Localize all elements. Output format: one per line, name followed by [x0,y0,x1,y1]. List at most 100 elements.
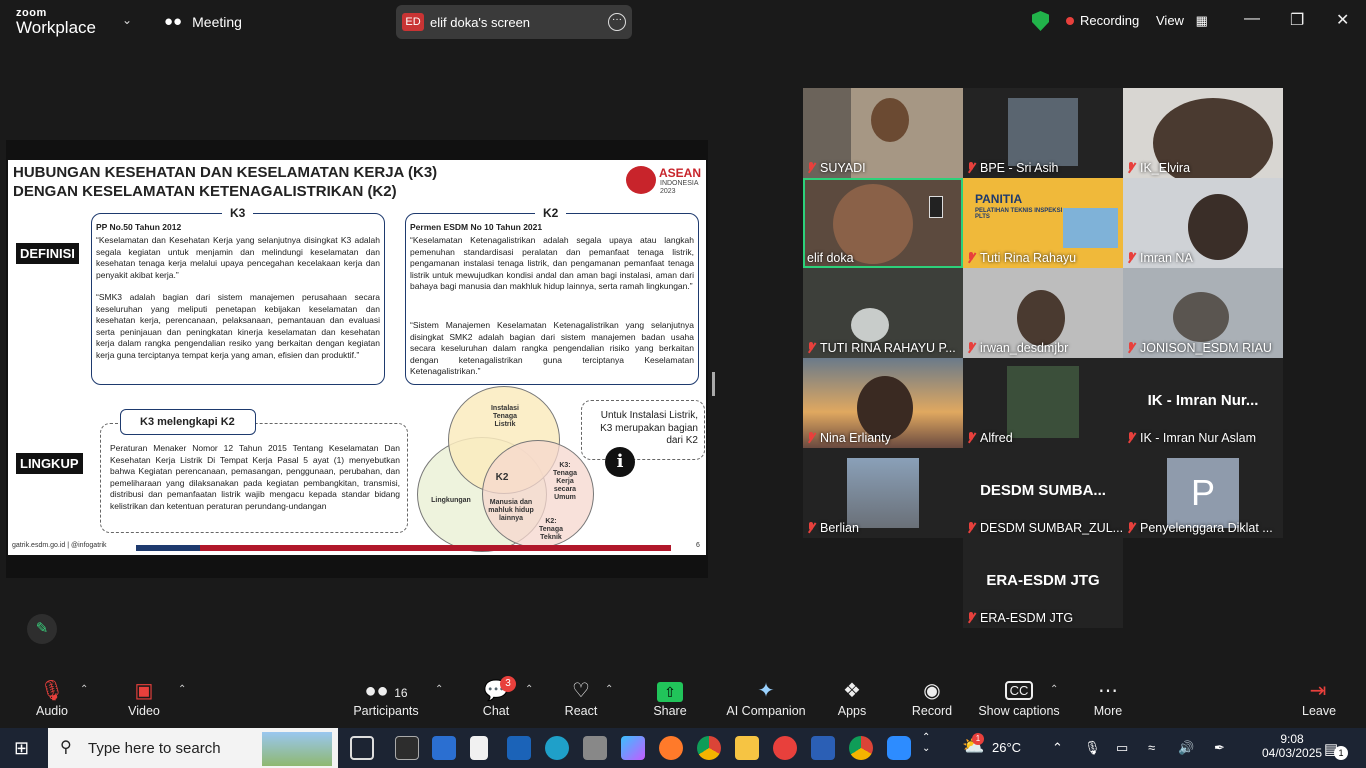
participant-tile-active-speaker[interactable]: elif doka [803,178,963,268]
volume-icon[interactable]: 🔊 [1178,740,1194,756]
zoom-taskbar-icon[interactable] [887,736,911,760]
wps-icon[interactable] [773,736,797,760]
participant-tile[interactable]: BPE - Sri Asih [963,88,1123,178]
tray-chevron-icon[interactable]: ⌃ [1052,740,1063,756]
wifi-icon[interactable]: ≈ [1148,740,1155,755]
chrome-icon[interactable] [849,736,873,760]
participant-tile[interactable]: PANITIA PELATIHAN TEKNIS INSPEKSI PLTS T… [963,178,1123,268]
file-explorer-icon[interactable] [735,736,759,760]
participants-button[interactable]: ●● 16 Participants [352,678,420,718]
participant-name: Nina Erlianty [807,431,891,445]
video-options-caret[interactable]: ⌃ [178,684,186,695]
video-feed [1008,98,1078,166]
pen-icon[interactable]: ✒ [1214,740,1225,756]
chrome-icon[interactable] [697,736,721,760]
task-view-icon[interactable] [350,736,374,760]
file-icon[interactable] [470,736,488,760]
presentation-slide: HUBUNGAN KESEHATAN DAN KESELAMATAN KERJA… [8,160,706,555]
recording-indicator[interactable]: Recording [1066,13,1139,28]
zoom-logo-bottom: Workplace [16,18,96,37]
close-icon[interactable]: ✕ [1336,10,1349,30]
participant-tile[interactable]: irwan_desdmjbr [963,268,1123,358]
participant-tile[interactable]: Nina Erlianty [803,358,963,448]
battery-icon[interactable]: ▭ [1116,740,1128,756]
participants-options-caret[interactable]: ⌃ [435,684,443,695]
title-bar: zoom Workplace ⌄ ●● Meeting ED elif doka… [0,0,1366,44]
outlook-icon[interactable] [507,736,531,760]
mic-muted-icon [1127,432,1135,444]
leave-icon: ⇥ [1309,680,1327,702]
react-options-caret[interactable]: ⌃ [605,684,613,695]
video-button[interactable]: ▣ Video [124,678,164,718]
participants-label: Participants [353,704,419,718]
split-resize-handle[interactable] [712,372,715,396]
participant-tile[interactable]: ERA-ESDM JTG ERA-ESDM JTG [963,538,1123,628]
venn-inner-label: Manusia dan mahluk hidup lainnya [488,499,534,522]
word-icon[interactable] [811,736,835,760]
participant-tile[interactable]: SUYADI [803,88,963,178]
participant-name: ERA-ESDM JTG [967,611,1073,625]
react-label: React [564,704,598,718]
participant-tile[interactable]: Imran NA [1123,178,1283,268]
store-icon[interactable] [432,736,456,760]
participant-tile[interactable]: Alfred [963,358,1123,448]
slide-footer: gatrik.esdm.go.id | @infogatrik [12,542,107,549]
more-icon: ⋯ [1098,680,1118,702]
share-button[interactable]: ⇧ Share [652,678,688,718]
app-icon[interactable] [583,736,607,760]
clock[interactable]: 9:08 04/03/2025 [1262,732,1322,760]
react-button[interactable]: ♡ React [563,678,599,718]
ai-companion-label: AI Companion [726,704,806,718]
participant-name: IK - Imran Nur Aslam [1127,431,1256,445]
sharer-avatar: ED [402,13,424,31]
copilot-icon[interactable] [621,736,645,760]
ai-companion-button[interactable]: ✦ AI Companion [726,678,806,718]
minimize-icon[interactable]: — [1244,10,1260,28]
footer-bar [136,545,671,551]
captions-options-caret[interactable]: ⌃ [1050,684,1058,695]
windows-start-icon[interactable]: ⊞ [14,738,29,759]
participant-tile[interactable]: JONISON_ESDM RIAU [1123,268,1283,358]
audio-options-caret[interactable]: ⌃ [80,684,88,695]
participant-tile[interactable]: Berlian [803,448,963,538]
participant-name: Penyelenggara Diklat ... [1127,521,1273,535]
apps-button[interactable]: ❖ Apps [834,678,870,718]
microphone-icon[interactable]: 🎙 [1084,740,1101,756]
share-indicator[interactable]: ED elif doka's screen ··· [396,5,632,39]
more-options-icon[interactable]: ··· [608,13,626,31]
slide-title: HUBUNGAN KESEHATAN DAN KESELAMATAN KERJA… [13,164,438,200]
chevron-down-icon[interactable]: ⌄ [122,13,132,27]
edge-icon[interactable] [545,736,569,760]
participant-tile[interactable]: IK - Imran Nur... IK - Imran Nur Aslam [1123,358,1283,448]
view-button[interactable]: View ▦ [1156,13,1208,29]
leave-button[interactable]: ⇥ Leave [1302,678,1336,718]
k2-def2: “Sistem Manajemen Keselamatan Ketenagali… [410,320,694,376]
participant-tile[interactable]: TUTI RINA RAHAYU P... [803,268,963,358]
restore-icon[interactable]: ❐ [1290,10,1304,30]
participant-name-text: Berlian [820,521,859,535]
chat-options-caret[interactable]: ⌃ [525,684,533,695]
more-label: More [1093,704,1123,718]
participant-name: Tuti Rina Rahayu [967,251,1076,265]
venn-k2-label: K2: Tenaga Teknik [539,518,563,541]
app-icon[interactable] [395,736,419,760]
annotate-pencil-icon[interactable]: ✎ [27,614,57,644]
firefox-icon[interactable] [659,736,683,760]
overflow-chevron-icon[interactable]: ⌃ ⌄ [922,732,930,754]
participant-name-text: Alfred [980,431,1013,445]
mic-muted-icon [967,612,975,624]
apps-icon: ❖ [843,680,861,702]
more-button[interactable]: ⋯ More [1092,678,1124,718]
shield-icon[interactable] [1032,11,1049,31]
participant-tile[interactable]: P Penyelenggara Diklat ... [1123,448,1283,538]
meeting-info-button[interactable]: ●● Meeting [164,13,242,30]
record-button[interactable]: ◉ Record [910,678,954,718]
participant-tile[interactable]: IK_Elvira [1123,88,1283,178]
record-label: Record [911,704,953,718]
captions-button[interactable]: CC Show captions [978,678,1060,718]
participant-tile[interactable]: DESDM SUMBA... DESDM SUMBAR_ZUL... [963,448,1123,538]
taskbar-search-box[interactable]: ⚲ Type here to search [48,728,338,768]
participant-face [1017,290,1065,346]
audio-button[interactable]: 🎙 Audio [34,678,70,718]
note-text: Untuk Instalasi Listrik, K3 merupakan ba… [600,410,698,446]
